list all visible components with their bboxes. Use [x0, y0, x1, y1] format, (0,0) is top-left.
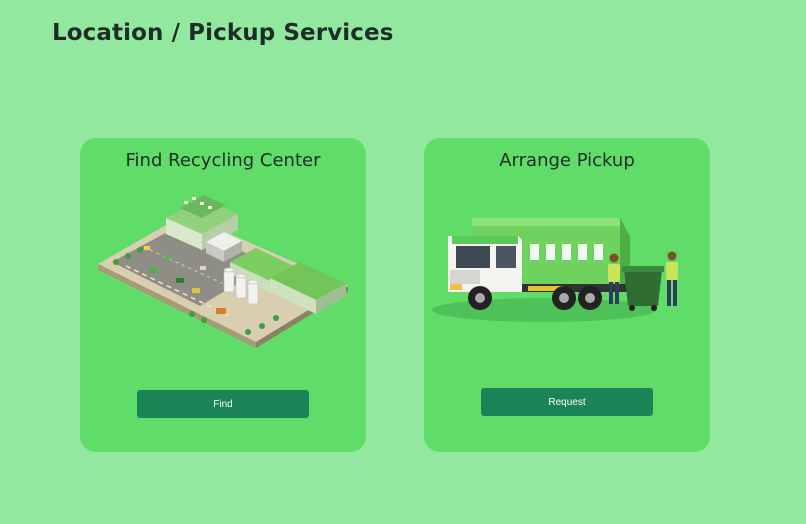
- find-button[interactable]: Find: [137, 390, 309, 418]
- request-button[interactable]: Request: [481, 388, 653, 416]
- recycling-facility-illustration: [98, 195, 348, 348]
- page-title: Location / Pickup Services: [52, 20, 394, 46]
- recycling-center-card: Find Recycling Center Find: [80, 138, 366, 452]
- arrange-pickup-card: Arrange Pickup Request: [424, 138, 710, 452]
- garbage-truck-illustration: [432, 218, 678, 322]
